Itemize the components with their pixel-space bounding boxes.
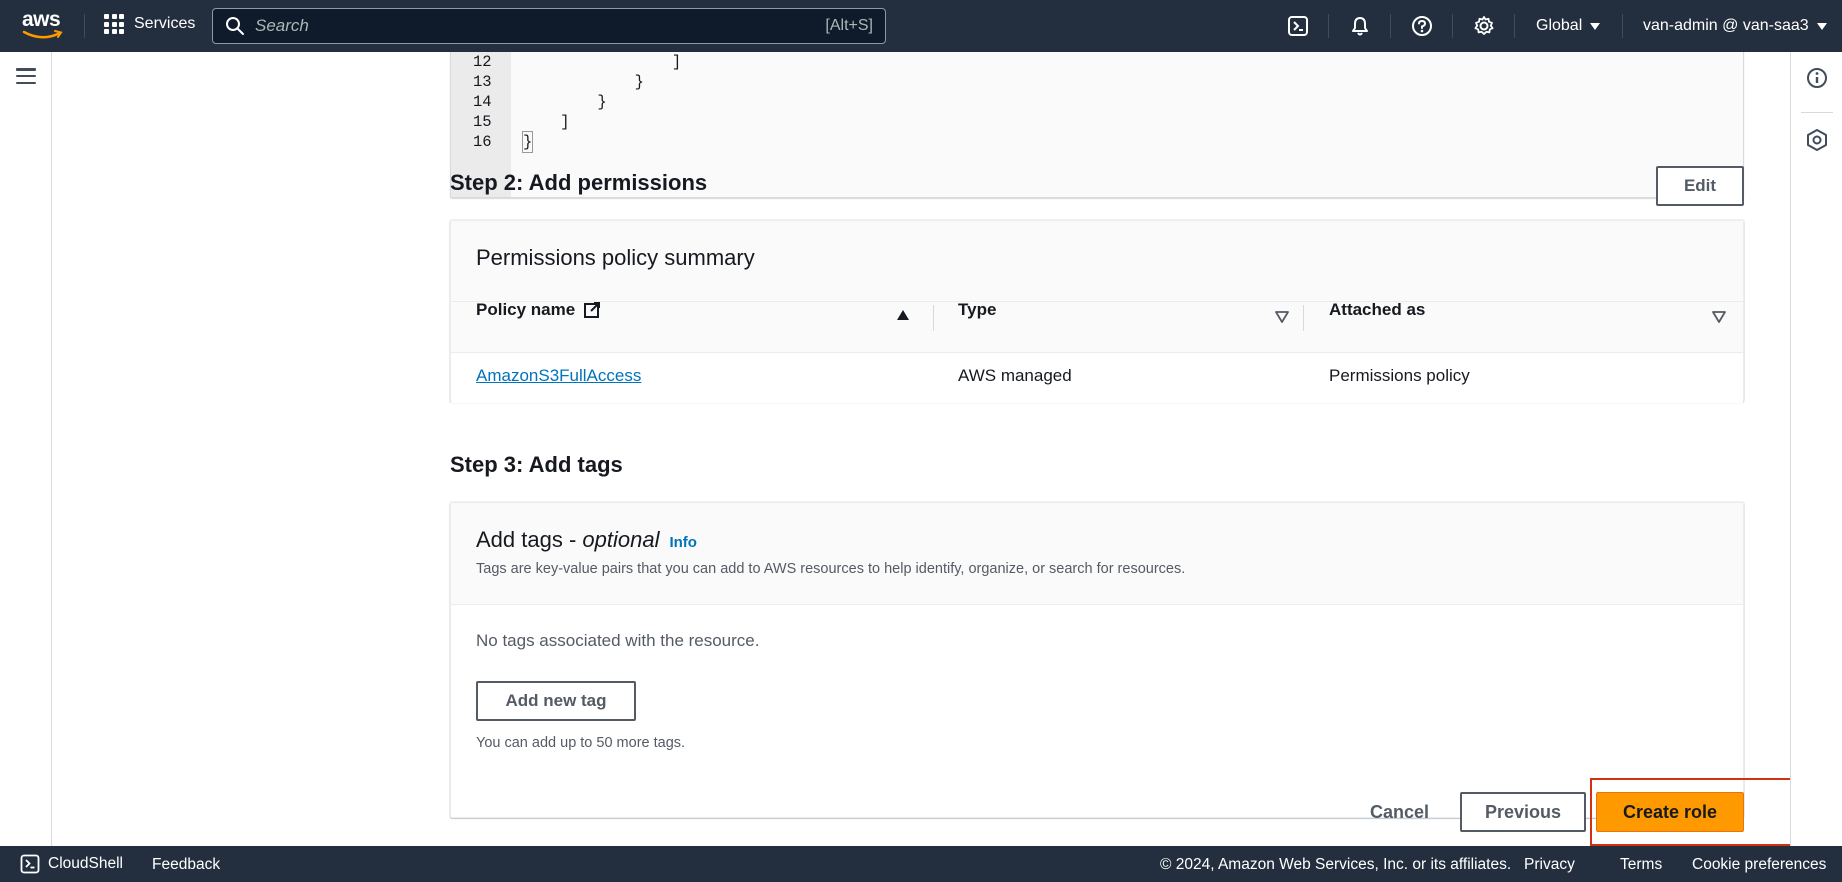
services-menu-button[interactable]: Services: [104, 14, 195, 34]
cookie-preferences-link[interactable]: Cookie preferences: [1692, 856, 1826, 874]
column-separator: [1303, 305, 1304, 331]
region-selector[interactable]: Global: [1536, 17, 1601, 35]
panel-header: [451, 503, 1743, 605]
nav-divider: [1390, 14, 1391, 38]
help-icon[interactable]: [1410, 14, 1434, 38]
left-side-rail: [0, 52, 52, 846]
column-label: Policy name: [476, 300, 576, 319]
cloudshell-icon[interactable]: [1286, 14, 1310, 38]
rail-divider: [1801, 112, 1833, 113]
sort-descending-icon[interactable]: [1712, 311, 1726, 323]
external-link-icon: [584, 302, 601, 318]
previous-button[interactable]: Previous: [1460, 792, 1586, 832]
tag-limit-hint: You can add up to 50 more tags.: [476, 735, 686, 751]
edit-permissions-button[interactable]: Edit: [1656, 166, 1744, 206]
cloudshell-footer-button[interactable]: CloudShell: [20, 854, 123, 874]
right-side-rail: [1790, 52, 1842, 846]
notifications-bell-icon[interactable]: [1348, 14, 1372, 38]
code-line: 14 }: [473, 93, 607, 111]
info-panel-icon[interactable]: [1805, 66, 1829, 90]
permissions-panel-title: Permissions policy summary: [476, 245, 755, 270]
code-line: 13 }: [473, 73, 644, 91]
feedback-link[interactable]: Feedback: [152, 856, 220, 874]
sort-descending-icon[interactable]: [1275, 311, 1289, 323]
caret-down-icon: [1816, 22, 1827, 30]
add-new-tag-button[interactable]: Add new tag: [476, 681, 636, 721]
menu-hamburger-icon[interactable]: [16, 68, 36, 84]
account-label: van-admin @ van-saa3: [1643, 17, 1809, 34]
step2-title: Step 2: Add permissions: [450, 170, 708, 195]
nav-divider: [1622, 14, 1623, 38]
column-header-attached-as[interactable]: Attached as: [1329, 300, 1425, 320]
console-footer: CloudShell Feedback © 2024, Amazon Web S…: [0, 846, 1842, 882]
privacy-link[interactable]: Privacy: [1524, 856, 1575, 874]
column-label: Type: [958, 300, 997, 319]
column-label: Attached as: [1329, 300, 1426, 319]
account-menu[interactable]: van-admin @ van-saa3: [1643, 17, 1827, 35]
services-label: Services: [134, 15, 196, 32]
nav-divider: [1328, 14, 1329, 38]
nav-divider: [1452, 14, 1453, 38]
panel-header: [451, 221, 1743, 353]
caret-down-icon: [1590, 22, 1601, 30]
settings-gear-icon[interactable]: [1472, 14, 1496, 38]
no-tags-message: No tags associated with the resource.: [476, 631, 760, 650]
attached-as-cell: Permissions policy: [1329, 366, 1470, 385]
policy-name-link[interactable]: AmazonS3FullAccess: [476, 366, 641, 386]
add-tags-panel-title: Add tags - optional Info: [476, 527, 697, 552]
search-box[interactable]: [Alt+S]: [212, 8, 886, 44]
create-role-button[interactable]: Create role: [1596, 792, 1744, 832]
copyright-text: © 2024, Amazon Web Services, Inc. or its…: [1160, 856, 1512, 873]
permissions-policy-summary-panel: Permissions policy summary Policy name T…: [450, 220, 1744, 403]
nav-divider: [84, 14, 85, 38]
policy-type-cell: AWS managed: [958, 366, 1072, 385]
terms-link[interactable]: Terms: [1620, 856, 1662, 874]
tags-description: Tags are key-value pairs that you can ad…: [476, 561, 1186, 577]
aws-logo[interactable]: aws: [22, 8, 66, 42]
resource-hexagon-icon[interactable]: [1805, 128, 1829, 152]
search-icon: [226, 17, 244, 35]
sort-ascending-icon[interactable]: [897, 310, 909, 320]
search-input[interactable]: [255, 16, 826, 36]
search-shortcut-hint: [Alt+S]: [825, 17, 873, 34]
services-grid-icon: [104, 14, 124, 34]
info-link[interactable]: Info: [669, 534, 697, 551]
top-navigation: aws Services [Alt+S]: [0, 0, 1842, 52]
cloudshell-label: CloudShell: [48, 855, 123, 872]
main-content: 12 ] 13 } 14 } 15 ] 16} Step 2: Add perm…: [52, 52, 1790, 846]
nav-divider: [1514, 14, 1515, 38]
divider: [451, 301, 1743, 302]
column-header-type[interactable]: Type: [958, 300, 996, 320]
add-tags-panel: Add tags - optional Info Tags are key-va…: [450, 502, 1744, 818]
cancel-button[interactable]: Cancel: [1370, 802, 1429, 823]
code-line: 12 ]: [473, 53, 682, 71]
code-line: 16}: [473, 131, 534, 153]
column-separator: [933, 305, 934, 331]
aws-smile-icon: [22, 30, 63, 39]
table-row: AmazonS3FullAccess AWS managed Permissio…: [451, 353, 1743, 403]
step3-title: Step 3: Add tags: [450, 452, 623, 477]
aws-logo-text: aws: [22, 8, 61, 31]
code-line: 15 ]: [473, 113, 570, 131]
column-header-policy-name[interactable]: Policy name: [476, 300, 601, 320]
region-label: Global: [1536, 17, 1583, 34]
cloudshell-icon: [20, 854, 40, 874]
